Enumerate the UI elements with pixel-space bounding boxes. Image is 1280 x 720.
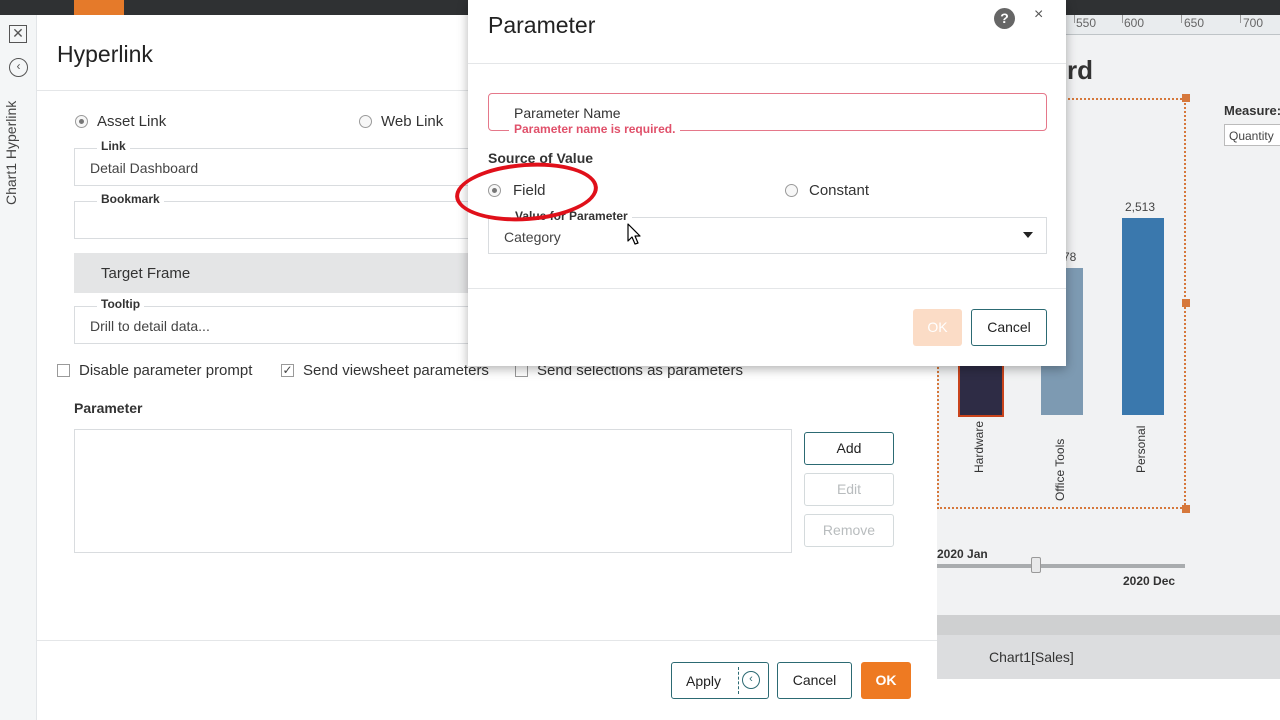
parameter-list[interactable] [74, 429, 792, 553]
parameter-name-error: Parameter name is required. [509, 122, 681, 136]
asset-link-label: Asset Link [97, 113, 167, 131]
cancel-button[interactable]: Cancel [777, 662, 852, 699]
target-frame-field[interactable]: Target Frame [74, 253, 514, 293]
tab-strip-background [937, 615, 1280, 635]
resize-handle[interactable] [1182, 299, 1190, 307]
tooltip-value: Drill to detail data... [90, 318, 210, 334]
web-link-label: Web Link [381, 113, 444, 131]
collapse-arrow-icon[interactable]: ‹ [742, 671, 760, 689]
tooltip-label: Tooltip [97, 297, 145, 311]
send-viewsheet-label: Send viewsheet parameters [303, 362, 489, 380]
ruler-label: 650 [1184, 16, 1205, 30]
ruler-label: 550 [1076, 16, 1097, 30]
tab-label: Chart1[Sales] [989, 649, 1074, 665]
tooltip-field[interactable]: Tooltip Drill to detail data... [74, 297, 514, 344]
modal-title: Parameter [488, 12, 596, 38]
resize-handle[interactable] [1182, 505, 1190, 513]
horizontal-ruler: 550 600 650 700 [1066, 15, 1280, 35]
disable-prompt-label: Disable parameter prompt [79, 362, 253, 380]
add-parameter-button[interactable]: Add [804, 432, 894, 465]
slider-start-label: 2020 Jan [937, 547, 988, 561]
send-viewsheet-option[interactable]: ✓ Send viewsheet parameters [281, 362, 489, 380]
apply-button[interactable]: Apply ‹ [671, 662, 769, 699]
ruler-tick [1074, 15, 1075, 23]
remove-parameter-button[interactable]: Remove [804, 514, 894, 547]
apply-separator [738, 667, 739, 694]
bottom-strip [937, 679, 1280, 720]
disable-prompt-option[interactable]: Disable parameter prompt [57, 362, 252, 380]
modal-cancel-button[interactable]: Cancel [971, 309, 1047, 346]
parameter-name-input[interactable]: Parameter Name Parameter name is require… [488, 93, 1047, 136]
time-slider-thumb[interactable] [1031, 557, 1041, 573]
bookmark-label: Bookmark [97, 192, 164, 206]
tab-chart1-sales[interactable]: Chart1[Sales] [937, 635, 1280, 679]
web-link-radio[interactable] [359, 115, 372, 129]
bookmark-field[interactable]: Bookmark [74, 192, 514, 239]
ruler-label: 700 [1243, 16, 1264, 30]
measure-select[interactable]: Quantity [1224, 124, 1280, 146]
parameter-name-placeholder: Parameter Name [514, 105, 621, 121]
parameter-heading: Parameter [74, 400, 143, 416]
constant-radio[interactable] [785, 184, 798, 198]
ok-button[interactable]: OK [861, 662, 911, 699]
asset-link-radio[interactable] [75, 115, 88, 129]
resize-handle[interactable] [1182, 94, 1190, 102]
edit-parameter-button[interactable]: Edit [804, 473, 894, 506]
target-frame-label: Target Frame [101, 265, 191, 282]
ruler-tick [1240, 15, 1241, 23]
send-viewsheet-checkbox[interactable]: ✓ [281, 364, 294, 378]
dialog-title: Hyperlink [57, 41, 153, 67]
divider [468, 63, 1066, 64]
link-label: Link [97, 139, 130, 153]
send-selections-checkbox[interactable] [515, 364, 528, 378]
back-arrow-icon[interactable]: ‹ [9, 58, 28, 77]
modal-ok-button[interactable]: OK [913, 309, 962, 346]
constant-option[interactable]: Constant [785, 182, 869, 200]
dashboard-title: rd [1067, 55, 1093, 85]
vertical-panel-label: Chart1 Hyperlink [3, 100, 19, 205]
asset-link-option[interactable]: Asset Link [75, 113, 166, 131]
divider [468, 288, 1066, 289]
ruler-tick [1181, 15, 1182, 23]
mouse-cursor-icon [627, 223, 641, 245]
time-slider-track[interactable] [937, 564, 1185, 568]
chevron-down-icon[interactable] [1023, 232, 1033, 238]
value-for-parameter-select[interactable]: Value for Parameter Category [488, 209, 1047, 254]
ruler-label: 600 [1124, 16, 1145, 30]
help-icon[interactable]: ? [994, 8, 1015, 29]
link-field[interactable]: Link Detail Dashboard [74, 139, 514, 186]
ruler-tick [1122, 15, 1123, 23]
link-value: Detail Dashboard [90, 160, 199, 176]
disable-prompt-checkbox[interactable] [57, 364, 70, 378]
active-toolbar-tab[interactable] [74, 0, 124, 15]
web-link-option[interactable]: Web Link [359, 113, 443, 131]
side-strip: ✕ ‹ Chart1 Hyperlink [0, 15, 37, 720]
close-icon[interactable]: ✕ [9, 25, 27, 43]
constant-label: Constant [809, 182, 870, 200]
close-icon[interactable]: × [1034, 6, 1043, 24]
slider-end-label: 2020 Dec [1123, 574, 1176, 588]
measure-label: Measure: [1224, 103, 1280, 118]
apply-label: Apply [686, 673, 722, 689]
divider [37, 640, 937, 641]
value-for-parameter-value: Category [504, 229, 561, 245]
